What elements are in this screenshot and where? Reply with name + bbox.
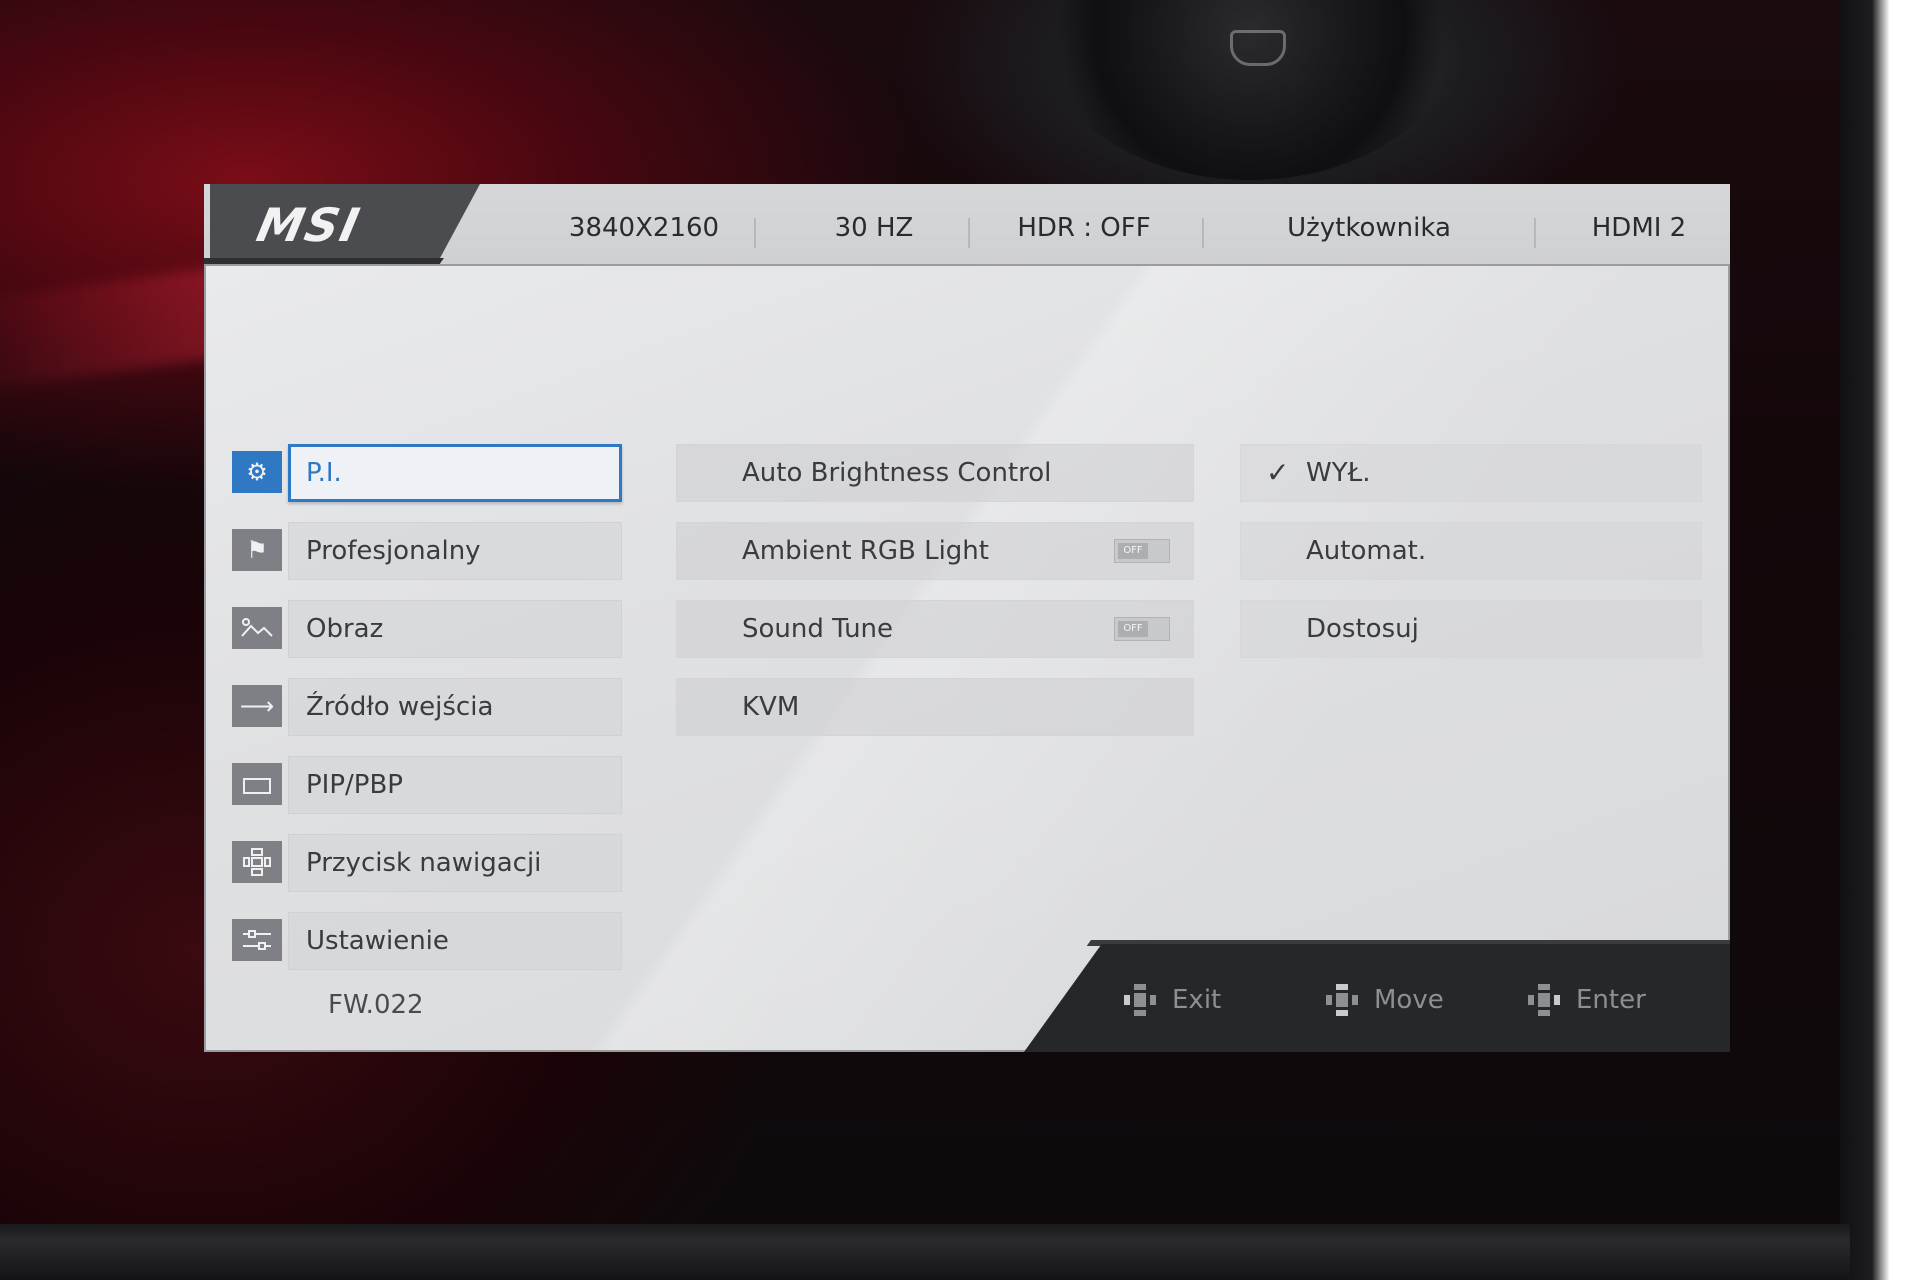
option-auto-brightness-control[interactable]: Auto Brightness Control [676, 444, 1194, 502]
image-icon [232, 607, 282, 649]
header-divider [754, 218, 756, 248]
navigation-icon [232, 841, 282, 883]
enter-hint[interactable]: Enter [1526, 980, 1646, 1020]
sliders-icon [232, 919, 282, 961]
menu-label-box: Ustawienie [288, 912, 622, 970]
header-divider [1202, 218, 1204, 248]
menu-item-pi[interactable]: ⚙ P.I. [232, 444, 622, 502]
option-ambient-rgb-light[interactable]: Ambient RGB Light OFF [676, 522, 1194, 580]
ambient-rgb-toggle[interactable]: OFF [1114, 539, 1170, 563]
checkmark-icon: ✓ [1266, 456, 1290, 489]
osd-menu: MSI 3840X2160 30 HZ HDR : OFF Użytkownik… [204, 184, 1730, 1052]
joystick-icon [1324, 982, 1360, 1018]
input-status: HDMI 2 [1591, 213, 1687, 243]
menu-label-box: Profesjonalny [288, 522, 622, 580]
menu-item-label: PIP/PBP [306, 770, 403, 800]
value-label: Automat. [1306, 536, 1427, 566]
msi-logo: MSI [252, 198, 366, 252]
menu-label-box: Źródło wejścia [288, 678, 622, 736]
header-divider [968, 218, 970, 248]
navigation-icon-glyph [243, 848, 271, 876]
profile-status: Użytkownika [1287, 213, 1451, 243]
wheel-emblem [1230, 30, 1286, 66]
value-label: Dostosuj [1306, 614, 1419, 644]
image-icon-glyph [241, 618, 273, 637]
menu-label-box: PIP/PBP [288, 756, 622, 814]
option-label: Ambient RGB Light [742, 536, 989, 566]
menu-item-label: Przycisk nawigacji [306, 848, 542, 878]
firmware-version: FW.022 [328, 990, 424, 1020]
menu-item-zrodlo-wejscia[interactable]: ⟶ Źródło wejścia [232, 678, 622, 736]
gears-icon: ⚙ [232, 451, 282, 493]
monitor-bezel-bottom [0, 1224, 1850, 1280]
option-label: Auto Brightness Control [742, 458, 1052, 488]
menu-item-label: Źródło wejścia [306, 692, 494, 722]
exit-label: Exit [1172, 985, 1222, 1015]
joystick-icon [1526, 982, 1562, 1018]
menu-item-label: Obraz [306, 614, 384, 644]
move-hint[interactable]: Move [1324, 980, 1444, 1020]
monitor-bezel-right [1840, 0, 1920, 1280]
menu-label-box: P.I. [288, 444, 622, 502]
header-divider [1534, 218, 1536, 248]
menu-item-pip-pbp[interactable]: PIP/PBP [232, 756, 622, 814]
sliders-icon-glyph [243, 930, 271, 950]
window-icon-glyph [243, 778, 271, 794]
menu-item-profesjonalny[interactable]: ⚑ Profesjonalny [232, 522, 622, 580]
refresh-rate-status: 30 HZ [834, 213, 914, 243]
toggle-state: OFF [1118, 621, 1148, 637]
osd-body: ⚙ P.I. ⚑ Profesjonalny Obraz ⟶ Źródło we… [204, 264, 1730, 1052]
window-icon [232, 763, 282, 805]
value-automat[interactable]: Automat. [1240, 522, 1702, 580]
sound-tune-toggle[interactable]: OFF [1114, 617, 1170, 641]
menu-item-przycisk-nawigacji[interactable]: Przycisk nawigacji [232, 834, 622, 892]
menu-item-label: Profesjonalny [306, 536, 481, 566]
hdr-status: HDR : OFF [1017, 213, 1151, 243]
menu-label-box: Przycisk nawigacji [288, 834, 622, 892]
value-dostosuj[interactable]: Dostosuj [1240, 600, 1702, 658]
toggle-state: OFF [1118, 543, 1148, 559]
value-off[interactable]: ✓ WYŁ. [1240, 444, 1702, 502]
resolution-status: 3840X2160 [568, 213, 720, 243]
value-label: WYŁ. [1306, 458, 1371, 488]
option-label: Sound Tune [742, 614, 894, 644]
arrow-right-icon: ⟶ [232, 685, 282, 727]
enter-label: Enter [1576, 985, 1646, 1015]
menu-item-ustawienie[interactable]: Ustawienie [232, 912, 622, 970]
flag-icon: ⚑ [232, 529, 282, 571]
option-label: KVM [742, 692, 800, 722]
osd-header: MSI 3840X2160 30 HZ HDR : OFF Użytkownik… [204, 184, 1730, 268]
move-label: Move [1374, 985, 1444, 1015]
car-wheel [1040, 0, 1460, 180]
option-sound-tune[interactable]: Sound Tune OFF [676, 600, 1194, 658]
menu-item-label: P.I. [306, 458, 342, 488]
menu-item-obraz[interactable]: Obraz [232, 600, 622, 658]
joystick-icon [1122, 982, 1158, 1018]
exit-hint[interactable]: Exit [1122, 980, 1221, 1020]
menu-item-label: Ustawienie [306, 926, 449, 956]
option-kvm[interactable]: KVM [676, 678, 1194, 736]
menu-label-box: Obraz [288, 600, 622, 658]
